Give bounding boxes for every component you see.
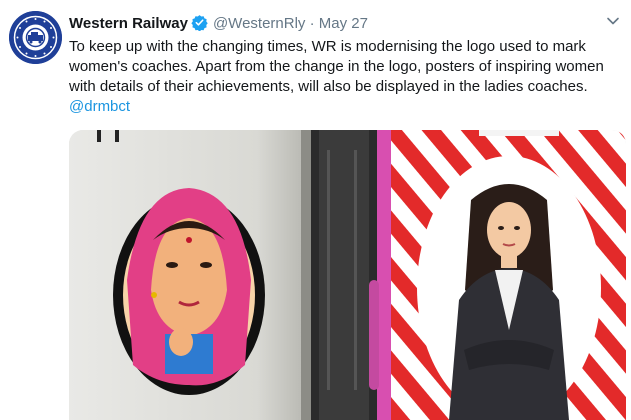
profile-avatar[interactable] xyxy=(9,11,62,64)
tweet-media-image[interactable] xyxy=(69,130,626,420)
author-handle[interactable]: @WesternRly xyxy=(213,15,305,32)
tweet-date[interactable]: May 27 xyxy=(319,15,368,32)
coach-logo-photo xyxy=(69,130,626,420)
new-womens-coach-logo xyxy=(417,156,601,420)
pink-door-edge xyxy=(377,130,391,420)
tweet-body-text: To keep up with the changing times, WR i… xyxy=(69,38,604,95)
tweet-text: To keep up with the changing times, WR i… xyxy=(69,37,625,117)
tweet-card[interactable]: Western Railway @WesternRly · May 27 To k… xyxy=(0,0,631,420)
chevron-down-icon[interactable] xyxy=(606,14,620,28)
author-name[interactable]: Western Railway xyxy=(69,15,188,32)
verified-badge-icon xyxy=(191,14,208,35)
railway-logo-icon xyxy=(9,11,62,64)
mention-link[interactable]: @drmbct xyxy=(69,98,130,115)
tweet-header: Western Railway @WesternRly · May 27 xyxy=(69,14,368,35)
separator-dot: · xyxy=(309,15,315,32)
